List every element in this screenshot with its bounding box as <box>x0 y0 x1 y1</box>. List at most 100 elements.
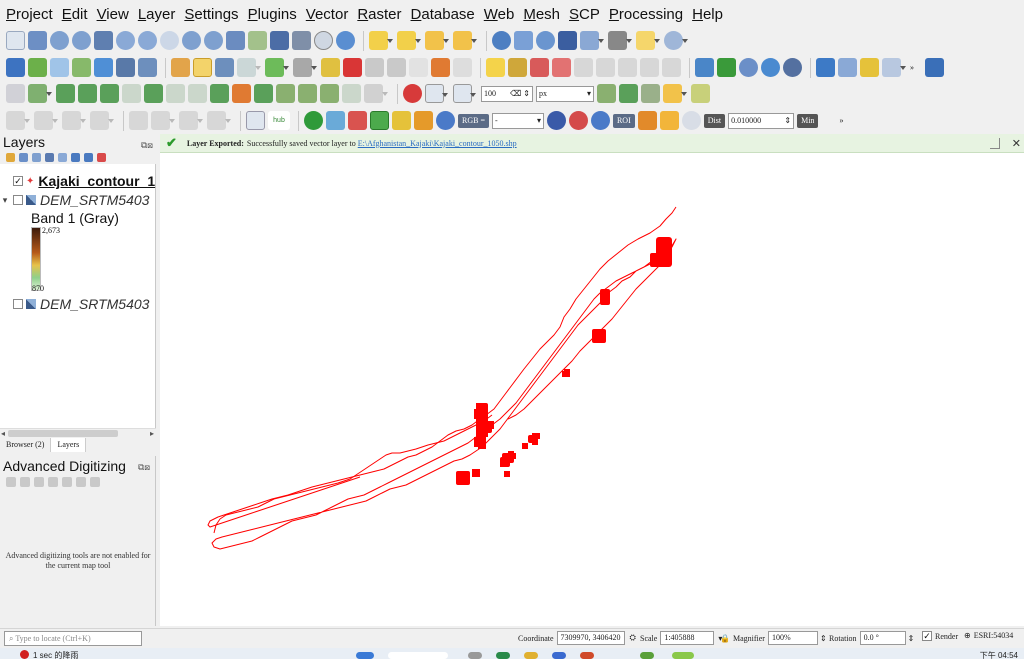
preprocessing-icon[interactable] <box>761 58 780 77</box>
message-menu-icon[interactable] <box>990 138 1000 149</box>
enable-digitizing-icon[interactable] <box>6 477 16 487</box>
zoom-next-icon[interactable] <box>204 31 223 50</box>
split-features-icon[interactable] <box>56 84 75 103</box>
snapping-icon[interactable] <box>76 477 86 487</box>
locator-search-input[interactable]: ⌕ Type to locate (Ctrl+K) <box>4 631 142 646</box>
show-bookmarks-icon[interactable] <box>292 31 311 50</box>
tab-layers[interactable]: Layers <box>51 438 87 452</box>
toggle-extents-icon[interactable]: ⛭ <box>630 633 636 643</box>
scroll-right-icon[interactable]: ▸ <box>150 429 154 438</box>
snap-type-icon[interactable] <box>453 84 476 103</box>
manage-visibility-icon[interactable] <box>32 152 41 162</box>
scp-stretch-icon[interactable] <box>568 111 588 130</box>
construction-mode-icon[interactable] <box>20 477 30 487</box>
zoom-to-layer-icon[interactable] <box>138 31 157 50</box>
vertex-tool-icon[interactable] <box>265 58 289 77</box>
plugin-reload-icon[interactable] <box>838 58 857 77</box>
taskbar-qgis-icon[interactable] <box>672 652 694 659</box>
plugin-c-icon[interactable] <box>62 111 86 130</box>
trim-extend-icon[interactable] <box>364 84 388 103</box>
select-location-icon[interactable] <box>453 31 477 50</box>
menu-project[interactable]: Project <box>6 6 53 23</box>
filter-expression-icon[interactable] <box>58 152 67 162</box>
pin-label-icon[interactable] <box>530 58 549 77</box>
current-edits-icon[interactable] <box>171 58 190 77</box>
plugin-g-icon[interactable] <box>179 111 203 130</box>
add-shapefile-icon[interactable] <box>50 58 69 77</box>
data-source-manager-icon[interactable] <box>6 58 25 77</box>
layer-item-dem-2[interactable]: DEM_SRTM5403 <box>0 294 156 314</box>
rotate-point-icon[interactable] <box>144 84 163 103</box>
snap-intersection-icon[interactable] <box>619 84 638 103</box>
add-part-icon[interactable] <box>210 84 229 103</box>
deselect-icon[interactable] <box>425 31 449 50</box>
dist-input[interactable]: 0.010000 ⇕ <box>728 112 795 129</box>
add-spatialite-icon[interactable] <box>94 58 113 77</box>
split-parts-icon[interactable] <box>78 84 97 103</box>
redo-icon[interactable] <box>453 58 472 77</box>
scp-zoom-icon[interactable] <box>370 111 389 130</box>
rotation-input[interactable]: 0.0 ° <box>859 631 906 645</box>
zoom-in-icon[interactable] <box>50 31 69 50</box>
scp-roi-icon[interactable] <box>348 111 367 130</box>
offset-curve-icon[interactable] <box>320 84 339 103</box>
menu-database[interactable]: Database <box>411 6 475 23</box>
floater-icon[interactable] <box>62 477 72 487</box>
taskbar-app-icon[interactable] <box>356 652 374 659</box>
add-group-icon[interactable] <box>19 152 28 162</box>
scroll-left-icon[interactable]: ◂ <box>1 429 5 438</box>
map-tips-icon[interactable] <box>636 31 660 50</box>
menu-layer[interactable]: Layer <box>138 6 176 23</box>
toolbar-overflow-icon[interactable]: » <box>910 63 914 72</box>
snap-tolerance-input[interactable]: 100 ⌫ ⇕ <box>481 85 533 102</box>
label-icon[interactable] <box>486 58 505 77</box>
taskbar-app-icon[interactable] <box>552 652 566 659</box>
scp-band-icon[interactable] <box>546 111 566 130</box>
delete-selected-icon[interactable] <box>343 58 362 77</box>
taskbar-app-icon[interactable] <box>468 652 482 659</box>
delete-part-icon[interactable] <box>276 84 295 103</box>
toolbar-overflow-icon[interactable]: » <box>839 116 843 125</box>
new-map-view-icon[interactable] <box>226 31 245 50</box>
select-by-value-icon[interactable] <box>397 31 421 50</box>
panel-float-close-icon[interactable]: ⧉⊠ <box>138 462 150 473</box>
scroll-thumb[interactable] <box>8 430 118 437</box>
taskbar-notification[interactable]: 1 sec 的降雨 <box>20 650 78 659</box>
taskbar-search-icon[interactable] <box>388 652 448 659</box>
edit-table-icon[interactable] <box>321 58 340 77</box>
add-delimited-icon[interactable] <box>72 58 91 77</box>
plugin-a-icon[interactable] <box>6 111 30 130</box>
tracing-icon[interactable] <box>663 84 687 103</box>
scp-classification-icon[interactable] <box>392 111 411 130</box>
zoom-to-selection-icon[interactable] <box>116 31 135 50</box>
menu-processing[interactable]: Processing <box>609 6 683 23</box>
menu-help[interactable]: Help <box>692 6 723 23</box>
rotation-stepper-icon[interactable]: ⇕ <box>908 634 915 643</box>
collapse-icon[interactable]: ▾ <box>0 195 10 206</box>
statistics-sigma-icon[interactable] <box>558 31 577 50</box>
close-icon[interactable]: ✕ <box>1012 137 1021 150</box>
menu-raster[interactable]: Raster <box>357 6 401 23</box>
temporal-controller-icon[interactable] <box>314 31 333 50</box>
tab-browser[interactable]: Browser (2) <box>0 438 52 452</box>
qgis-hub-icon[interactable]: hub <box>268 111 290 130</box>
refresh-icon[interactable] <box>336 31 355 50</box>
locator-search-icon[interactable] <box>664 31 688 50</box>
taskbar-app-icon[interactable] <box>524 652 538 659</box>
parallel-icon[interactable] <box>34 477 44 487</box>
pan-hand-icon[interactable] <box>6 31 25 50</box>
menu-edit[interactable]: Edit <box>62 6 88 23</box>
save-edits-icon[interactable] <box>215 58 234 77</box>
plugin-d-icon[interactable] <box>90 111 114 130</box>
layer-styling-icon[interactable] <box>860 58 879 77</box>
taskbar-app-icon[interactable] <box>640 652 654 659</box>
layer-visibility-checkbox[interactable] <box>13 195 23 205</box>
scp-roi-zoom-icon[interactable] <box>590 111 610 130</box>
menu-plugins[interactable]: Plugins <box>248 6 297 23</box>
bookmark-icon[interactable] <box>270 31 289 50</box>
exported-file-link[interactable]: E:\Afghanistan_Kajaki\Kajaki_contour_105… <box>358 139 517 148</box>
toggle-editing-icon[interactable] <box>193 58 212 77</box>
snapping-magnet-icon[interactable] <box>403 84 422 103</box>
plugin-b-icon[interactable] <box>34 111 58 130</box>
add-raster-icon[interactable] <box>116 58 135 77</box>
